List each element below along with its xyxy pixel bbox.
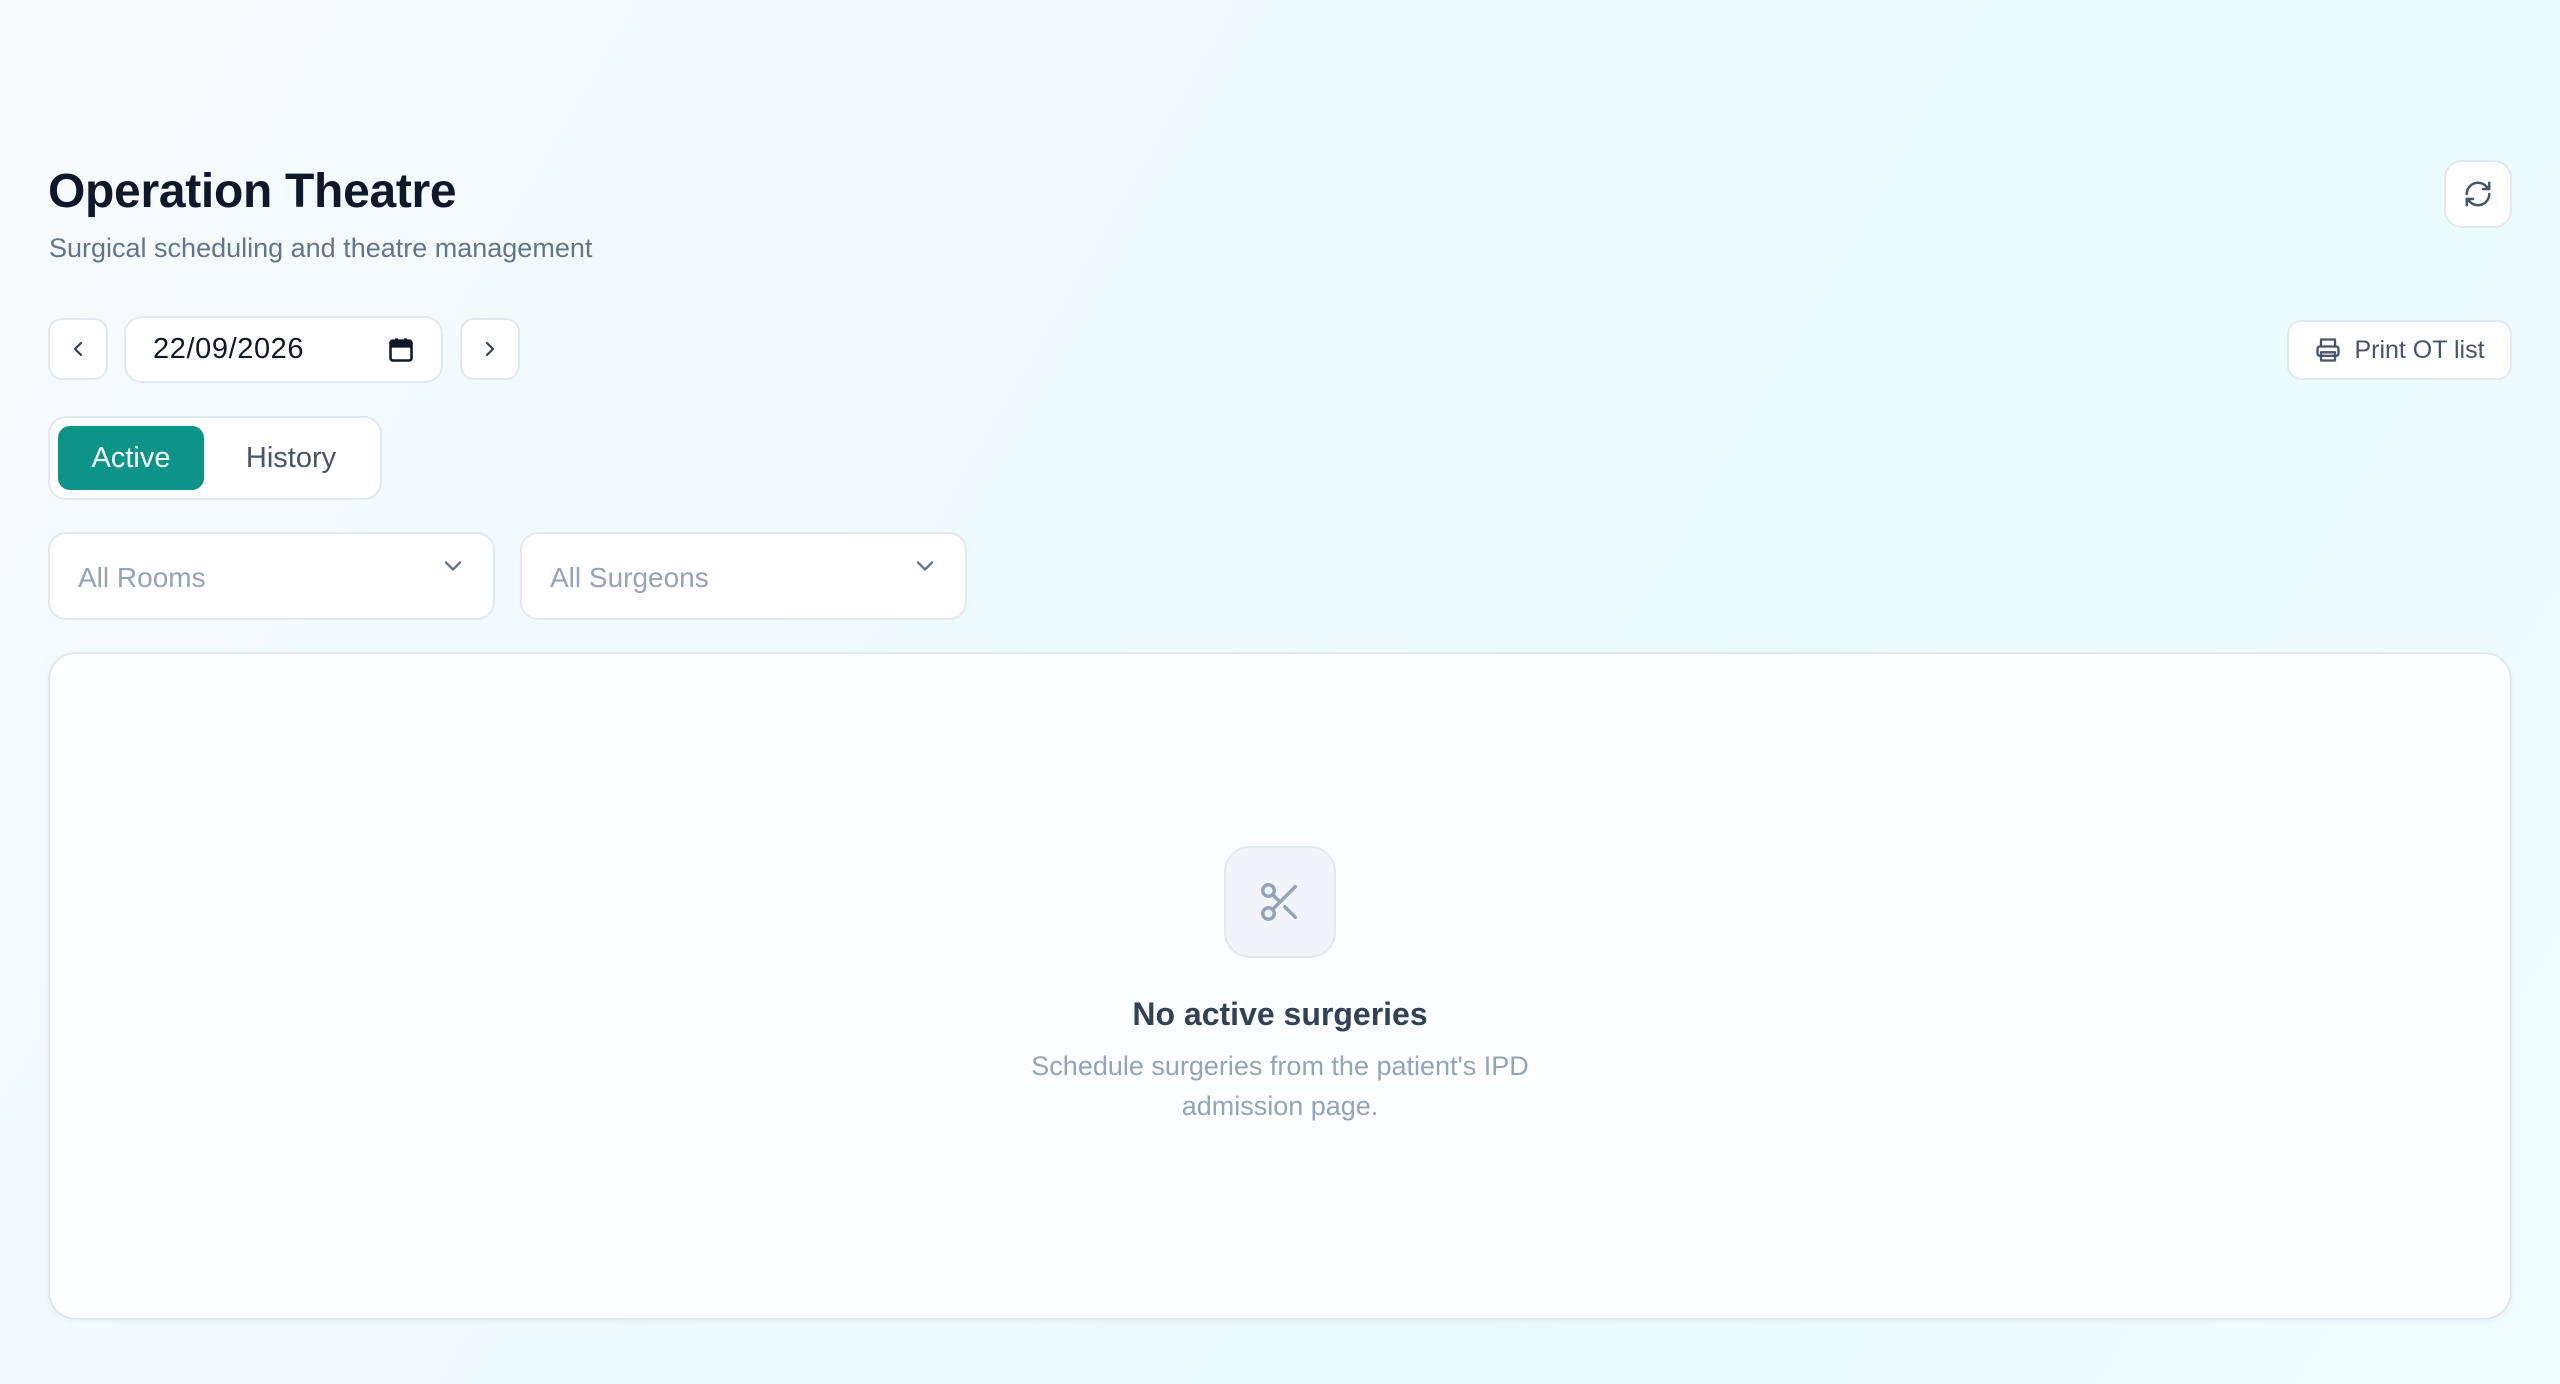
chevron-left-icon [66,337,90,361]
scissors-icon [1257,879,1303,925]
print-ot-list-label: Print OT list [2354,335,2485,364]
chevron-right-icon [478,337,502,361]
chevron-down-icon [439,552,467,585]
room-filter-select[interactable]: All Rooms [48,532,495,620]
date-input[interactable]: 22/09/2026 [124,316,443,383]
page-title: Operation Theatre [48,165,457,218]
date-value: 22/09/2026 [153,333,305,365]
empty-state-title: No active surgeries [1132,996,1428,1032]
chevron-down-icon [911,552,939,585]
surgeries-panel [48,652,2512,1320]
page-subtitle: Surgical scheduling and theatre manageme… [49,233,593,263]
tab-active[interactable]: Active [58,426,204,490]
surgeon-filter-select[interactable]: All Surgeons [520,532,967,620]
previous-day-button[interactable] [48,318,108,380]
empty-state-icon-box [1224,846,1336,958]
printer-icon [2314,336,2342,364]
refresh-button[interactable] [2444,160,2512,228]
calendar-icon[interactable] [387,336,415,364]
print-ot-list-button[interactable]: Print OT list [2287,320,2512,380]
next-day-button[interactable] [460,318,520,380]
empty-state-message: Schedule surgeries from the patient's IP… [1031,1051,1529,1121]
view-tabs: Active History [48,416,382,500]
tab-history[interactable]: History [216,426,366,490]
surgeon-filter-value: All Surgeons [550,562,709,593]
refresh-icon [2463,179,2493,209]
room-filter-value: All Rooms [78,562,206,593]
